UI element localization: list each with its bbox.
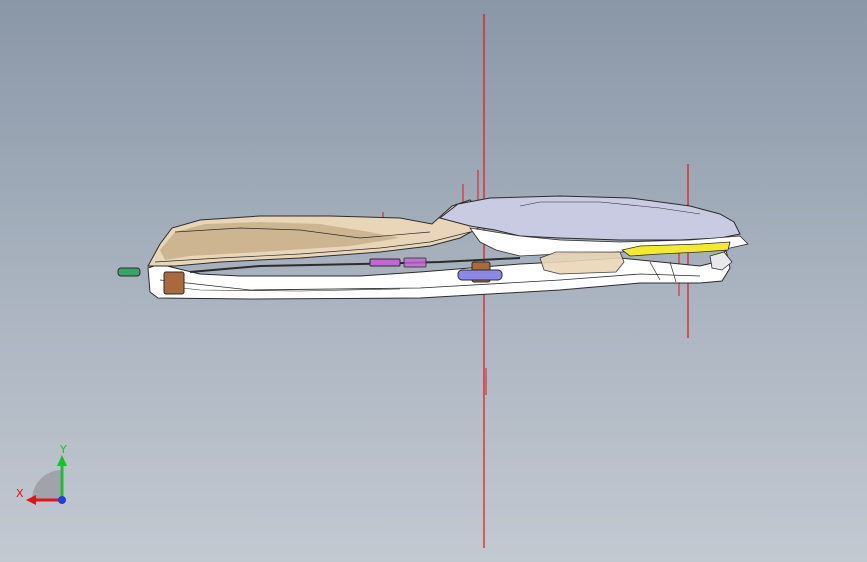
model-scene[interactable]: Y X bbox=[0, 0, 867, 562]
console-front-cover[interactable] bbox=[147, 199, 483, 267]
pad-blue[interactable] bbox=[457, 269, 503, 281]
bracket-left bbox=[163, 271, 185, 295]
harness-connector-clip bbox=[403, 257, 427, 268]
harness-connector-magenta bbox=[369, 258, 401, 267]
triad-xy-plane bbox=[32, 470, 62, 500]
triad-y-label: Y bbox=[59, 443, 67, 456]
cad-viewport[interactable]: Y X bbox=[0, 0, 867, 562]
connector-green[interactable] bbox=[117, 267, 141, 277]
triad-x-label: X bbox=[16, 487, 24, 500]
triad-y-arrow bbox=[57, 455, 67, 466]
storage-bin-insert[interactable] bbox=[539, 251, 625, 275]
orientation-triad[interactable]: Y X bbox=[16, 443, 67, 505]
triad-z-axis bbox=[58, 496, 66, 504]
triad-x-arrow bbox=[26, 495, 36, 505]
